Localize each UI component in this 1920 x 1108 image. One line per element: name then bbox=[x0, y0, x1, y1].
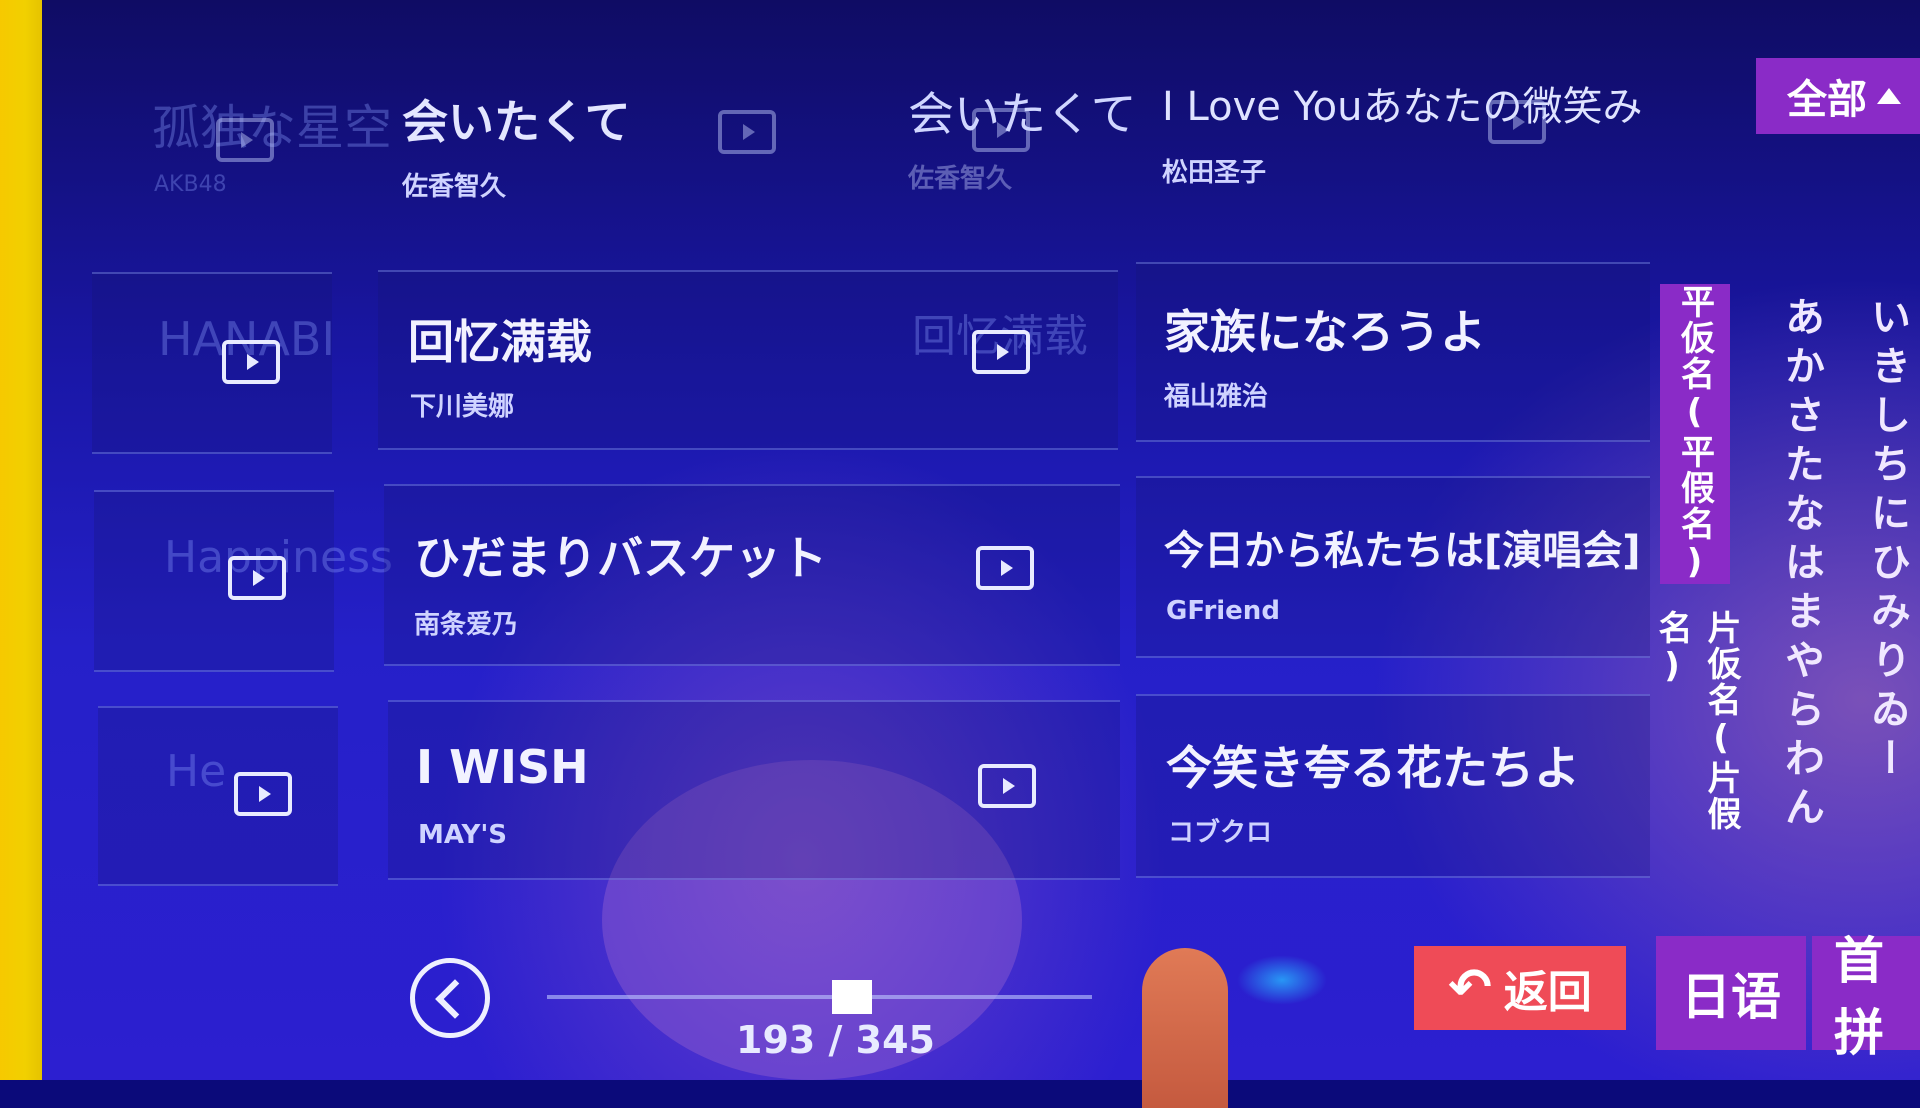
all-filter-label: 全部 bbox=[1787, 77, 1867, 123]
play-icon[interactable] bbox=[228, 556, 286, 600]
song-artist: 南条爱乃 bbox=[414, 610, 519, 640]
song-artist: コブクロ bbox=[1168, 818, 1273, 848]
play-icon[interactable] bbox=[718, 110, 776, 154]
left-ghost-artist-top: AKB48 bbox=[154, 172, 227, 197]
tab-hiragana[interactable]: 平仮名(平假名) bbox=[1660, 284, 1730, 584]
language-button-initial[interactable]: 首拼 bbox=[1812, 932, 1920, 1062]
song-title[interactable]: I WISH bbox=[416, 740, 589, 794]
song-title-top-right[interactable]: I Love Youあなたの微笑み bbox=[1162, 74, 1643, 132]
finger bbox=[1142, 948, 1228, 1108]
decorative-glow bbox=[1237, 955, 1327, 1005]
left-ghost-title: He bbox=[166, 746, 227, 797]
tab-katakana[interactable]: 片仮名(片假名) bbox=[1652, 610, 1741, 870]
page-count: 193 / 345 bbox=[736, 1018, 935, 1062]
song-artist: 下川美娜 bbox=[410, 392, 515, 422]
play-icon[interactable] bbox=[976, 546, 1034, 590]
karaoke-screen: 孤独な星空 AKB48 会いたくて 佐香智久 会いたくて 佐香智久 I Love… bbox=[42, 0, 1920, 1108]
caret-up-icon bbox=[1877, 88, 1901, 104]
back-arrow-icon: ↶ bbox=[1448, 958, 1492, 1018]
play-icon[interactable] bbox=[972, 330, 1030, 374]
back-button-label: 返回 bbox=[1503, 967, 1592, 1018]
song-artist: 福山雅治 bbox=[1164, 382, 1269, 412]
prev-page-button[interactable] bbox=[410, 958, 490, 1038]
page-slider-track[interactable] bbox=[547, 995, 1092, 999]
song-artist-top: 佐香智久 bbox=[402, 172, 507, 202]
kana-index-column-2[interactable]: いきしちにひみりゐー bbox=[1858, 296, 1916, 856]
ghost-song-artist-top: 佐香智久 bbox=[908, 164, 1013, 194]
song-title[interactable]: 家族になろうよ bbox=[1164, 296, 1486, 362]
song-title[interactable]: 回忆满载 bbox=[408, 306, 592, 372]
play-icon[interactable] bbox=[972, 108, 1030, 152]
kana-index-column-1[interactable]: あかさたなはまやらわん bbox=[1772, 296, 1830, 856]
language-button-japanese[interactable]: 日语 bbox=[1656, 936, 1806, 1050]
play-icon[interactable] bbox=[1488, 100, 1546, 144]
song-artist: MAY'S bbox=[418, 820, 508, 850]
play-icon[interactable] bbox=[216, 118, 274, 162]
song-artist-top-right: 松田圣子 bbox=[1162, 158, 1267, 188]
play-icon[interactable] bbox=[978, 764, 1036, 808]
device-bezel bbox=[0, 0, 42, 1080]
play-icon[interactable] bbox=[234, 772, 292, 816]
song-artist: GFriend bbox=[1166, 596, 1280, 626]
song-title-top[interactable]: 会いたくて bbox=[402, 86, 631, 152]
back-button[interactable]: ↶ 返回 bbox=[1414, 946, 1626, 1030]
page-slider-thumb[interactable] bbox=[831, 980, 872, 1014]
play-icon[interactable] bbox=[222, 340, 280, 384]
song-title[interactable]: 今笑き夸る花たちよ bbox=[1166, 732, 1580, 798]
song-title[interactable]: ひだまりバスケット bbox=[414, 522, 827, 588]
song-title[interactable]: 今日から私たちは[演唱会] bbox=[1164, 518, 1641, 576]
all-filter-button[interactable]: 全部 bbox=[1756, 58, 1920, 134]
